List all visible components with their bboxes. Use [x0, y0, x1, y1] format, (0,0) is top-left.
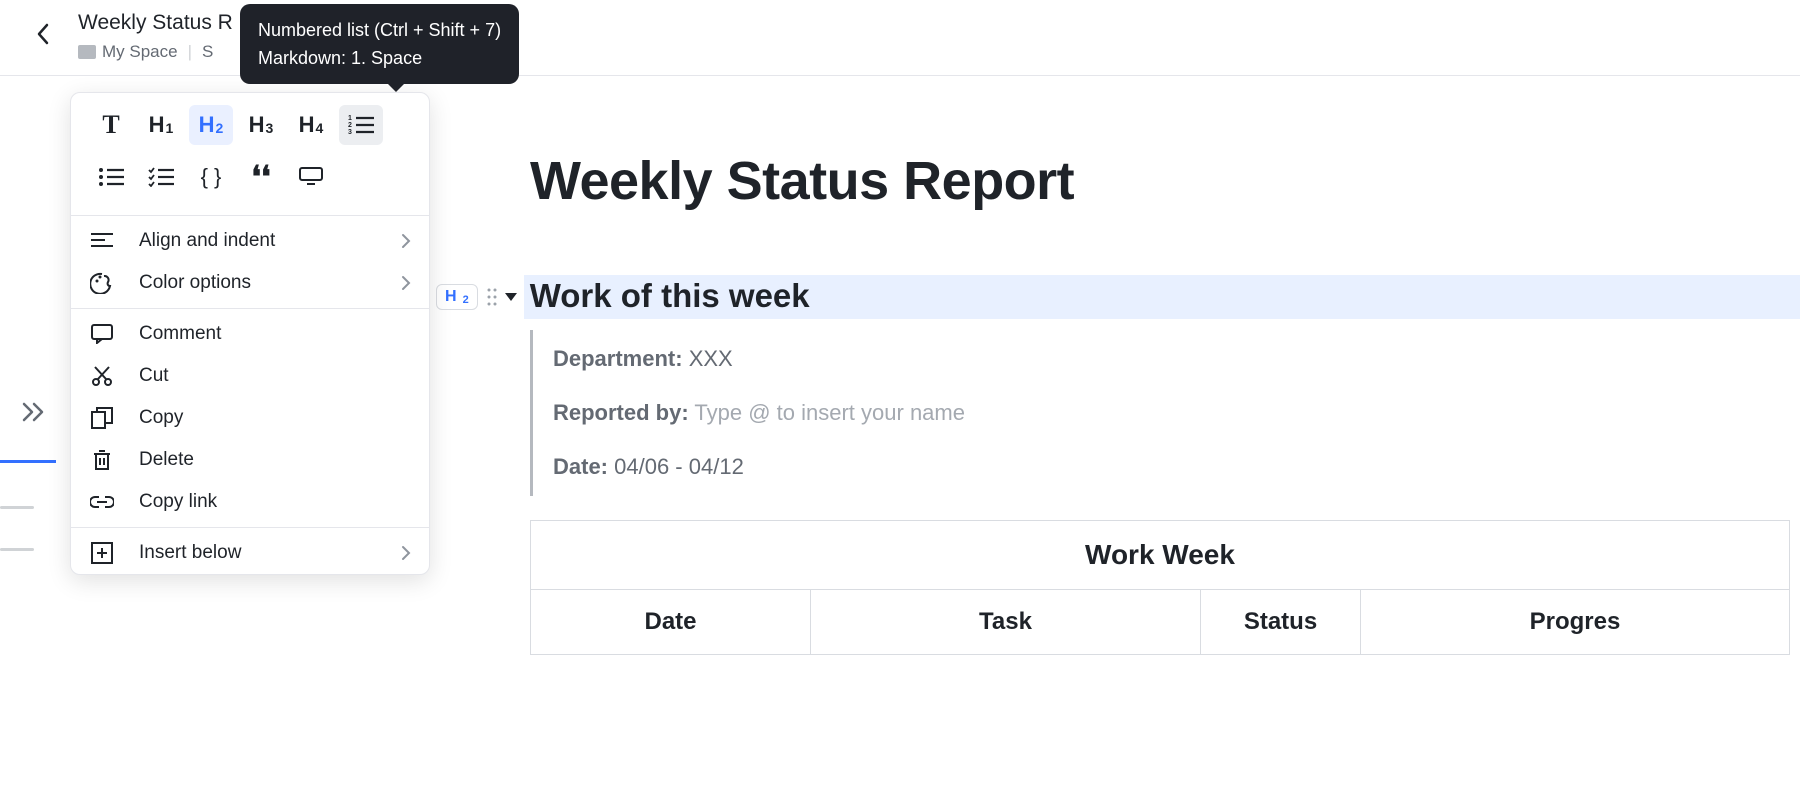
breadcrumb-separator: | [188, 42, 192, 62]
h3-button[interactable]: H3 [239, 105, 283, 145]
quote-line-date[interactable]: Date: 04/06 - 04/12 [553, 440, 965, 494]
tooltip-line2: Markdown: 1. Space [258, 44, 501, 72]
document-body[interactable]: Weekly Status Report [530, 150, 1800, 212]
h2-text[interactable]: Work of this week [530, 277, 810, 314]
trash-icon [89, 449, 115, 471]
h2-highlight[interactable]: Work of this week [524, 275, 1800, 319]
h2-type-badge[interactable]: H2 [436, 284, 478, 310]
format-row-2: { } ❛❛ [71, 151, 429, 211]
divider [71, 308, 429, 309]
code-block-button[interactable]: { } [189, 157, 233, 197]
comment-icon [89, 324, 115, 344]
back-button[interactable] [30, 20, 58, 48]
breadcrumb-folder[interactable]: My Space [78, 42, 178, 62]
copy-label: Copy [139, 407, 411, 429]
h2-button[interactable]: H2 [189, 105, 233, 145]
quote-line-reported[interactable]: Reported by: Type @ to insert your name [553, 386, 965, 440]
col-progress[interactable]: Progres [1361, 590, 1790, 655]
bullet-list-button[interactable] [89, 157, 133, 197]
breadcrumb-folder-label: My Space [102, 42, 178, 62]
scissors-icon [89, 365, 115, 387]
numbered-list-button[interactable]: 1 2 3 [339, 105, 383, 145]
divider [71, 215, 429, 216]
palette-icon [89, 272, 115, 294]
link-icon [89, 495, 115, 509]
chevron-right-icon [401, 275, 411, 291]
work-week-table[interactable]: Work Week Date Task Status Progres [530, 520, 1790, 655]
align-indent-item[interactable]: Align and indent [71, 220, 429, 262]
outline-row [0, 548, 34, 551]
title-block: Weekly Status R My Space | S [78, 8, 233, 62]
h1-button[interactable]: H1 [139, 105, 183, 145]
copy-link-item[interactable]: Copy link [71, 481, 429, 523]
reported-by-label: Reported by: [553, 400, 689, 425]
format-row-1: T H1 H2 H3 H4 1 2 3 [71, 93, 429, 151]
table-header-row: Date Task Status Progres [531, 590, 1790, 655]
date-value[interactable]: 04/06 - 04/12 [614, 454, 744, 479]
svg-text:2: 2 [348, 122, 352, 129]
insert-below-label: Insert below [139, 542, 377, 564]
color-options-label: Color options [139, 272, 377, 294]
numbered-list-icon: 1 2 3 [348, 114, 374, 136]
active-tab-indicator [0, 460, 56, 463]
delete-item[interactable]: Delete [71, 439, 429, 481]
doc-title[interactable]: Weekly Status R [78, 8, 233, 38]
tooltip-line1: Numbered list (Ctrl + Shift + 7) [258, 16, 501, 44]
department-value[interactable]: XXX [689, 346, 733, 371]
chevron-right-icon [401, 233, 411, 249]
drag-handle-icon[interactable] [486, 287, 498, 307]
block-format-popup: T H1 H2 H3 H4 1 2 3 [70, 92, 430, 575]
copy-icon [89, 407, 115, 429]
svg-text:1: 1 [348, 115, 352, 122]
h2-block: H2 Work of this week [436, 275, 1800, 319]
folder-icon [78, 45, 96, 59]
align-icon [89, 232, 115, 250]
insert-below-item[interactable]: Insert below [71, 532, 429, 574]
bullet-list-icon [98, 167, 124, 187]
callout-button[interactable] [289, 157, 333, 197]
callout-icon [299, 167, 323, 187]
checklist-button[interactable] [139, 157, 183, 197]
align-indent-label: Align and indent [139, 230, 377, 252]
department-label: Department: [553, 346, 683, 371]
breadcrumb: My Space | S [78, 42, 233, 62]
cut-item[interactable]: Cut [71, 355, 429, 397]
copy-link-label: Copy link [139, 491, 411, 513]
quote-line-department[interactable]: Department: XXX [553, 332, 965, 386]
col-status[interactable]: Status [1201, 590, 1361, 655]
text-button[interactable]: T [89, 105, 133, 145]
date-label: Date: [553, 454, 608, 479]
svg-text:3: 3 [348, 129, 352, 136]
h4-button[interactable]: H4 [289, 105, 333, 145]
page-title[interactable]: Weekly Status Report [530, 150, 1800, 212]
checklist-icon [148, 167, 174, 187]
outline-row [0, 506, 34, 509]
reported-by-placeholder[interactable]: Type @ to insert your name [694, 400, 965, 425]
comment-item[interactable]: Comment [71, 313, 429, 355]
col-date[interactable]: Date [531, 590, 811, 655]
breadcrumb-next[interactable]: S [202, 42, 213, 62]
divider [71, 527, 429, 528]
col-task[interactable]: Task [811, 590, 1201, 655]
tooltip-numbered-list: Numbered list (Ctrl + Shift + 7) Markdow… [240, 4, 519, 84]
expand-sidebar-button[interactable] [20, 400, 48, 424]
collapse-caret-icon[interactable] [504, 291, 518, 303]
cut-label: Cut [139, 365, 411, 387]
comment-label: Comment [139, 323, 411, 345]
chevron-left-icon [35, 22, 53, 46]
table-title-row: Work Week [531, 521, 1790, 590]
chevron-right-icon [401, 545, 411, 561]
quote-block[interactable]: Department: XXX Reported by: Type @ to i… [530, 330, 965, 496]
plus-square-icon [89, 542, 115, 564]
table-caption[interactable]: Work Week [531, 521, 1790, 590]
double-chevron-right-icon [20, 400, 48, 424]
quote-button[interactable]: ❛❛ [239, 157, 283, 197]
delete-label: Delete [139, 449, 411, 471]
copy-item[interactable]: Copy [71, 397, 429, 439]
color-options-item[interactable]: Color options [71, 262, 429, 304]
